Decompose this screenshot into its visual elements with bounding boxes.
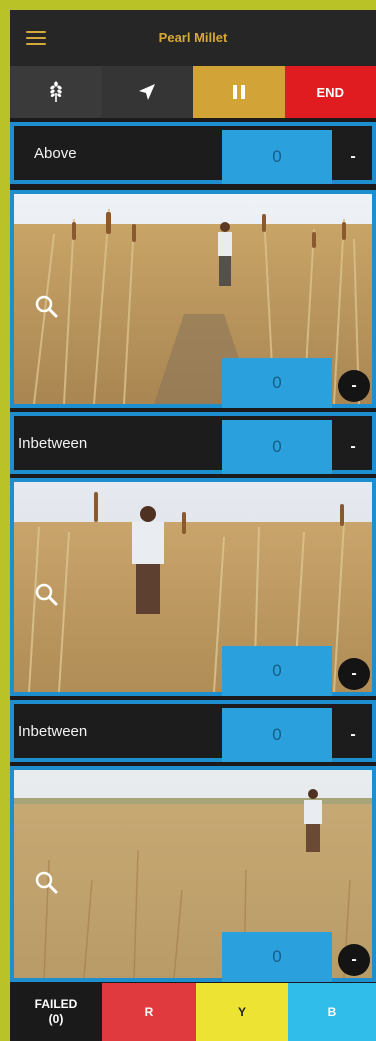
count-field[interactable]: 0 [222, 708, 332, 762]
app-frame: Pearl Millet END Above 0 - 0 - Inbetween… [10, 10, 376, 1041]
inbetween-row: Inbetween 0 - [10, 412, 376, 474]
photo-count-field[interactable]: 0 [222, 358, 332, 408]
decrement-button[interactable]: - [336, 130, 370, 184]
failed-label: FAILED [34, 997, 78, 1011]
decrement-button[interactable]: - [336, 708, 370, 762]
b-button[interactable]: B [288, 983, 376, 1041]
photo-decrement-button[interactable]: - [338, 658, 370, 690]
count-field[interactable]: 0 [222, 420, 332, 474]
millet-grain-icon [50, 81, 62, 102]
pause-button[interactable] [193, 66, 285, 118]
row-label: Above [34, 144, 77, 162]
top-bar: Pearl Millet [10, 10, 376, 66]
magnifier-icon[interactable] [34, 294, 58, 318]
photo-section: 0 - [10, 766, 376, 982]
count-field[interactable]: 0 [222, 130, 332, 184]
photo-count-field[interactable]: 0 [222, 932, 332, 982]
above-row: Above 0 - [10, 122, 376, 184]
y-button[interactable]: Y [196, 983, 288, 1041]
location-button[interactable] [101, 66, 193, 118]
photo-decrement-button[interactable]: - [338, 370, 370, 402]
pause-icon [232, 85, 245, 99]
magnifier-icon[interactable] [34, 870, 58, 894]
inbetween-row: Inbetween 0 - [10, 700, 376, 762]
crop-button[interactable] [10, 66, 102, 118]
navigation-arrow-icon [139, 84, 156, 100]
decrement-button[interactable]: - [336, 420, 370, 474]
row-label: Inbetween [18, 722, 88, 740]
toolbar: END [10, 66, 376, 118]
row-label: Inbetween [18, 434, 88, 452]
end-button[interactable]: END [284, 66, 376, 118]
failed-count: (0) [48, 1012, 64, 1026]
bottom-bar: FAILED (0) R Y B [10, 983, 376, 1041]
magnifier-icon[interactable] [34, 582, 58, 606]
failed-button[interactable]: FAILED (0) [10, 983, 102, 1041]
photo-section: 0 - [10, 190, 376, 408]
photo-count-field[interactable]: 0 [222, 646, 332, 696]
photo-section: 0 - [10, 478, 376, 696]
r-button[interactable]: R [102, 983, 196, 1041]
page-title: Pearl Millet [158, 30, 228, 45]
photo-decrement-button[interactable]: - [338, 944, 370, 976]
